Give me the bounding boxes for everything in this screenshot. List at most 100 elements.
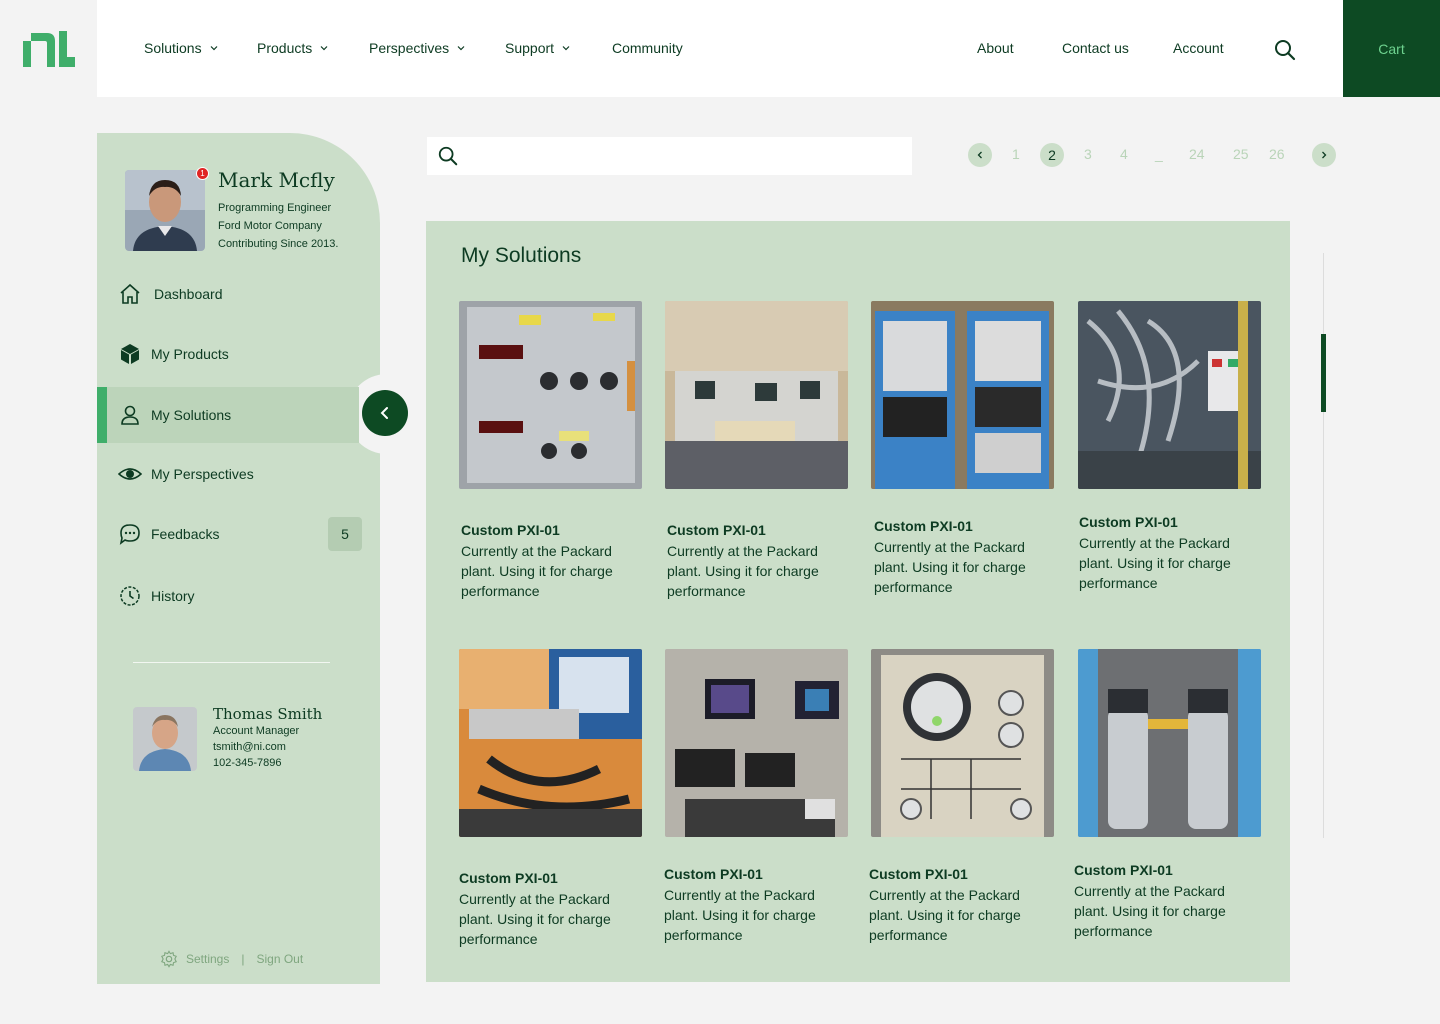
solution-card-description: Currently at the Packard plant. Using it… <box>874 539 1026 595</box>
nav-products[interactable]: Products <box>257 40 328 56</box>
clock-icon <box>120 586 140 606</box>
sidebar-item-my-solutions[interactable]: My Solutions <box>97 387 359 443</box>
nav-label: Community <box>612 40 683 56</box>
solution-card-title[interactable]: Custom PXI-01 <box>664 866 763 882</box>
page-title: My Solutions <box>461 244 582 267</box>
nav-account[interactable]: Account <box>1173 40 1224 56</box>
sidebar-item-label: My Products <box>151 346 229 362</box>
pagination-next-button[interactable] <box>1312 143 1336 167</box>
sign-out-link[interactable]: Sign Out <box>256 952 303 966</box>
solution-card-title[interactable]: Custom PXI-01 <box>869 866 968 882</box>
manager-email[interactable]: tsmith@ni.com <box>213 741 286 753</box>
nav-label: Account <box>1173 40 1224 56</box>
sidebar-item-label: My Solutions <box>151 407 232 423</box>
solution-card-image[interactable] <box>459 649 642 837</box>
nav-label: About <box>977 40 1014 56</box>
nav-label: Solutions <box>144 40 202 56</box>
solution-card-description: Currently at the Packard plant. Using it… <box>869 887 1021 943</box>
solutions-search <box>427 137 912 175</box>
solution-card-description: Currently at the Packard plant. Using it… <box>461 543 613 599</box>
solution-card-image[interactable] <box>1078 301 1261 489</box>
footer-separator: | <box>241 952 245 966</box>
search-icon <box>438 146 458 166</box>
solution-card-image[interactable] <box>459 301 642 489</box>
notification-badge[interactable]: 1 <box>196 167 209 180</box>
settings-link[interactable]: Settings <box>186 952 229 966</box>
sidebar-item-label: Feedbacks <box>151 526 220 542</box>
pagination-page[interactable]: 26 <box>1269 146 1285 162</box>
person-portrait <box>133 707 197 771</box>
chevron-down-icon <box>457 46 465 51</box>
eye-icon <box>118 468 142 480</box>
solution-card-description: Currently at the Packard plant. Using it… <box>459 891 611 947</box>
nav-label: Contact us <box>1062 40 1129 56</box>
solution-card-image[interactable] <box>665 301 848 489</box>
gear-icon[interactable] <box>160 950 178 968</box>
pagination-page[interactable]: 25 <box>1233 146 1249 162</box>
solution-card-image[interactable] <box>871 649 1054 837</box>
solution-card-image[interactable] <box>871 301 1054 489</box>
sidebar-footer: Settings | Sign Out <box>160 950 303 968</box>
manager-phone[interactable]: 102-345-7896 <box>213 757 282 769</box>
solution-card-title[interactable]: Custom PXI-01 <box>874 518 973 534</box>
feedback-count-badge: 5 <box>328 517 362 551</box>
pagination-ellipsis: _ <box>1155 146 1163 162</box>
chevron-down-icon <box>562 46 570 51</box>
manager-avatar[interactable] <box>133 707 197 771</box>
nav-label: Support <box>505 40 555 56</box>
solution-card-title[interactable]: Custom PXI-01 <box>667 522 766 538</box>
nav-contact-us[interactable]: Contact us <box>1062 40 1129 56</box>
nav-perspectives[interactable]: Perspectives <box>369 40 465 56</box>
sidebar-item-dashboard[interactable]: Dashboard <box>97 266 380 322</box>
equipment-photo <box>459 301 642 489</box>
chevron-right-icon <box>1322 151 1327 159</box>
sidebar-item-history[interactable]: History <box>97 568 380 624</box>
equipment-photo <box>871 301 1054 489</box>
sidebar-item-label: Dashboard <box>154 286 223 302</box>
solution-card-image[interactable] <box>1078 649 1261 837</box>
sidebar-item-feedbacks[interactable]: Feedbacks 5 <box>97 506 380 562</box>
profile-avatar[interactable] <box>125 170 205 251</box>
sidebar-collapse-button[interactable] <box>362 390 408 436</box>
equipment-photo <box>665 649 848 837</box>
solution-card-title[interactable]: Custom PXI-01 <box>459 870 558 886</box>
home-icon <box>120 283 140 304</box>
equipment-photo <box>459 649 642 837</box>
nav-about[interactable]: About <box>977 40 1014 56</box>
pagination-page[interactable]: 1 <box>1012 146 1020 162</box>
nav-solutions[interactable]: Solutions <box>144 40 218 56</box>
top-navigation: Solutions Products Perspectives Support … <box>97 0 1440 97</box>
equipment-photo <box>1078 301 1261 489</box>
solution-card-title[interactable]: Custom PXI-01 <box>1079 514 1178 530</box>
manager-role: Account Manager <box>213 725 300 737</box>
chat-icon <box>119 524 140 545</box>
solution-card-description: Currently at the Packard plant. Using it… <box>1079 535 1231 591</box>
solution-card-title[interactable]: Custom PXI-01 <box>461 522 560 538</box>
nav-community[interactable]: Community <box>612 40 683 56</box>
sidebar-item-my-perspectives[interactable]: My Perspectives <box>97 446 380 502</box>
manager-name: Thomas Smith <box>213 705 323 723</box>
header-search-button[interactable] <box>1273 38 1297 62</box>
profile-company: Ford Motor Company <box>218 220 322 232</box>
solution-card-title[interactable]: Custom PXI-01 <box>1074 862 1173 878</box>
sidebar-divider <box>133 662 330 663</box>
pagination-page-current[interactable]: 2 <box>1040 143 1064 167</box>
solution-card-description: Currently at the Packard plant. Using it… <box>667 543 819 599</box>
pagination-page[interactable]: 24 <box>1189 146 1205 162</box>
solution-card-image[interactable] <box>665 649 848 837</box>
pagination-page[interactable]: 4 <box>1120 146 1128 162</box>
cart-label: Cart <box>1378 40 1405 57</box>
ni-logo[interactable] <box>0 0 97 97</box>
sidebar-item-my-products[interactable]: My Products <box>97 326 380 382</box>
nav-support[interactable]: Support <box>505 40 570 56</box>
user-icon <box>121 405 139 425</box>
search-input[interactable] <box>467 137 912 175</box>
search-icon <box>1275 40 1296 61</box>
ni-logo-icon <box>22 30 75 67</box>
scrollbar-thumb[interactable] <box>1321 334 1326 412</box>
nav-label: Perspectives <box>369 40 450 56</box>
cart-button[interactable]: Cart <box>1343 0 1440 97</box>
pagination-prev-button[interactable] <box>968 143 992 167</box>
solution-card-description: Currently at the Packard plant. Using it… <box>664 887 816 943</box>
pagination-page[interactable]: 3 <box>1084 146 1092 162</box>
